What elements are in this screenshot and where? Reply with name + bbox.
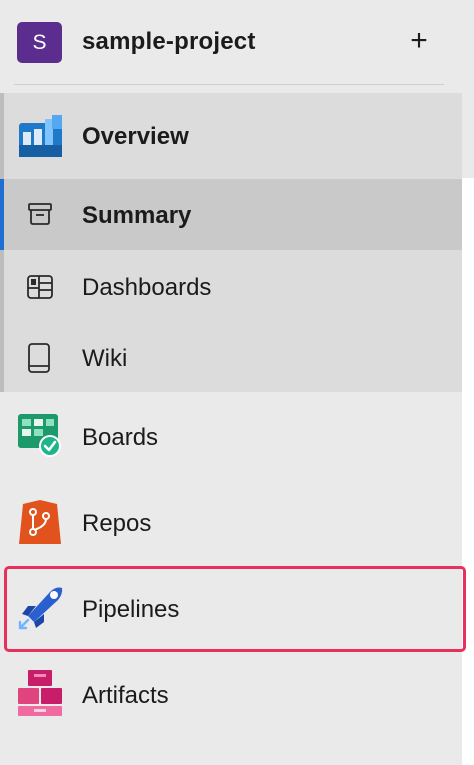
project-avatar[interactable]: S: [17, 22, 62, 63]
nav-item-wiki[interactable]: Wiki: [0, 321, 462, 392]
project-name[interactable]: sample-project: [82, 28, 256, 56]
project-header: S sample-project +: [0, 0, 462, 85]
nav-label-artifacts: Artifacts: [82, 682, 169, 709]
nav-item-dashboards[interactable]: Dashboards: [0, 250, 462, 321]
wiki-icon: [28, 343, 50, 373]
nav-item-artifacts[interactable]: Artifacts: [0, 652, 462, 738]
nav-label-overview: Overview: [82, 123, 189, 150]
nav-item-repos[interactable]: Repos: [0, 480, 462, 566]
nav-label-dashboards: Dashboards: [82, 274, 212, 301]
nav-item-boards[interactable]: Boards: [0, 394, 462, 480]
nav-label-repos: Repos: [82, 510, 152, 537]
highlight-annotation-box: [4, 566, 466, 652]
project-sidebar: S sample-project + Overview Summary Dash…: [0, 0, 466, 765]
nav-label-summary: Summary: [82, 202, 192, 229]
overview-icon: [19, 115, 62, 157]
header-divider: [14, 84, 444, 85]
boards-icon: [18, 414, 61, 457]
content-panel-edge-top: [462, 0, 474, 178]
artifacts-icon: [18, 670, 62, 716]
summary-icon: [28, 203, 52, 225]
nav-item-summary[interactable]: Summary: [0, 179, 462, 250]
nav-label-boards: Boards: [82, 424, 159, 451]
add-button[interactable]: +: [404, 26, 434, 57]
dashboards-icon: [27, 275, 53, 299]
nav-label-wiki: Wiki: [82, 345, 128, 372]
nav-item-overview[interactable]: Overview: [0, 93, 462, 179]
repos-icon: [19, 500, 61, 544]
